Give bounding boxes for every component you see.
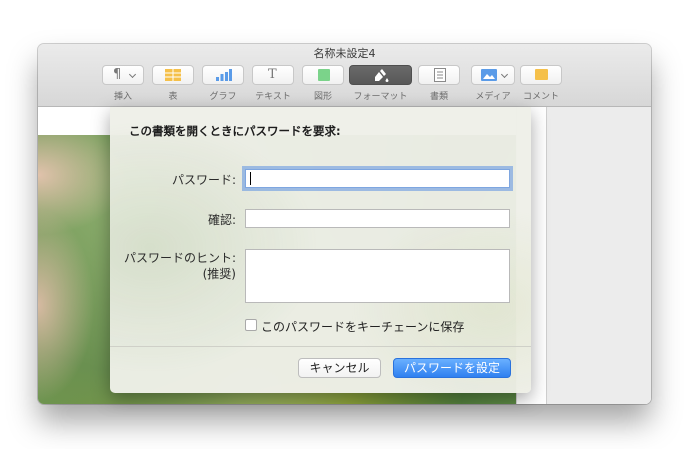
shape-icon [318, 69, 330, 81]
verify-field[interactable] [245, 209, 510, 228]
text-icon: T [268, 67, 277, 82]
verify-label: 確認: [207, 213, 236, 227]
format-label: フォーマット [353, 92, 408, 102]
toolbar: 名称未設定4 ¶ 挿入 表 グラフ T テキスト 図形 フォーマット 書類 メデ… [38, 44, 651, 107]
document-label: 書類 [429, 92, 448, 102]
table-button[interactable] [152, 65, 194, 85]
media-label: メディア [475, 92, 511, 102]
comment-button[interactable] [520, 65, 562, 85]
cancel-button[interactable]: キャンセル [298, 358, 381, 378]
password-label: パスワード: [171, 173, 236, 187]
text-label: テキスト [255, 92, 291, 102]
document-button[interactable] [418, 65, 460, 85]
password-dialog: この書類を開くときにパスワードを要求: パスワード: 確認: パスワードのヒント… [110, 107, 531, 393]
chart-label: グラフ [209, 92, 237, 102]
comment-label: コメント [522, 92, 559, 102]
password-field[interactable] [245, 169, 510, 188]
chart-icon [216, 69, 232, 81]
keychain-checkbox-label[interactable]: このパスワードをキーチェーンに保存 [261, 318, 464, 335]
media-icon [481, 69, 497, 81]
hint-recommended-label: (推奨) [202, 267, 236, 281]
format-brush-icon [375, 69, 389, 82]
insert-label: 挿入 [113, 92, 132, 102]
chevron-down-icon [128, 70, 137, 79]
hint-label: パスワードのヒント: [123, 251, 236, 265]
shape-label: 図形 [313, 92, 332, 102]
table-icon [165, 69, 181, 81]
shape-button[interactable] [302, 65, 344, 85]
dialog-title: この書類を開くときにパスワードを要求: [129, 124, 341, 138]
dialog-divider [110, 346, 531, 347]
text-button[interactable]: T [252, 65, 294, 85]
text-caret [250, 172, 251, 185]
document-icon [434, 68, 446, 82]
media-button[interactable] [471, 65, 515, 85]
chart-button[interactable] [202, 65, 244, 85]
window-title: 名称未設定4 [313, 47, 376, 60]
hint-field[interactable] [245, 249, 510, 303]
format-sidebar [546, 107, 651, 404]
paragraph-icon: ¶ [113, 67, 122, 82]
table-label: 表 [168, 92, 178, 102]
keychain-checkbox[interactable] [245, 319, 257, 331]
format-button[interactable] [349, 65, 412, 85]
comment-icon [535, 69, 548, 80]
insert-button[interactable]: ¶ [102, 65, 144, 85]
chevron-down-icon [500, 70, 509, 79]
set-password-button[interactable]: パスワードを設定 [393, 358, 511, 378]
